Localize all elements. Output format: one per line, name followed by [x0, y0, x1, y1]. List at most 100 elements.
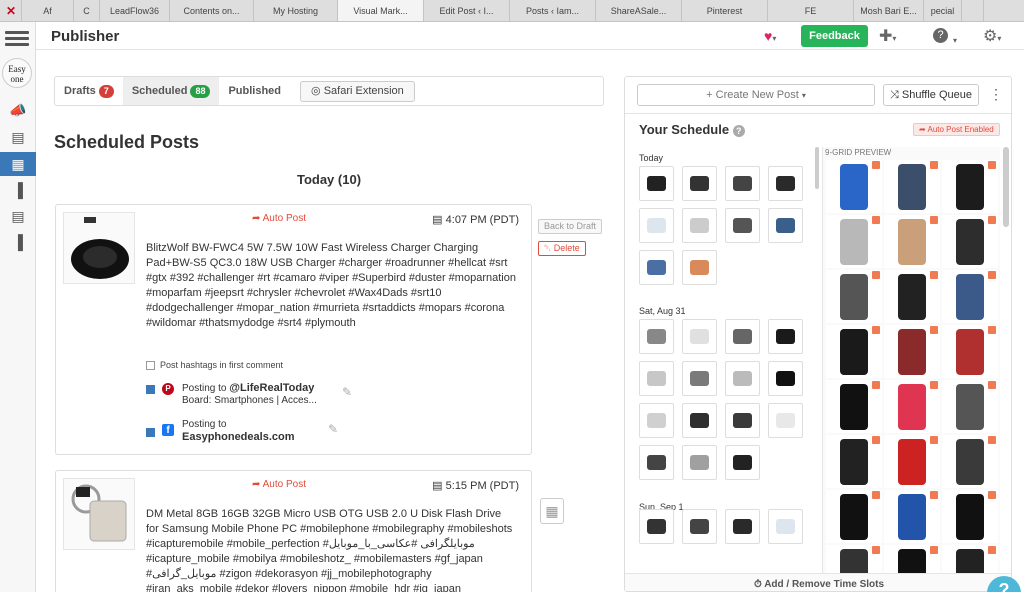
schedule-slot-thumbnail[interactable]	[768, 361, 803, 396]
scheduled-post-card[interactable]: ➦ Auto Post ▤ 4:07 PM (PDT) BlitzWolf BW…	[55, 204, 532, 455]
calendar-icon[interactable]: ▤	[0, 204, 36, 228]
avatar[interactable]: Easy one	[2, 58, 32, 88]
add-remove-time-slots-button[interactable]: ⏱ Add / Remove Time Slots	[625, 573, 1011, 591]
schedule-slot-thumbnail[interactable]	[682, 509, 717, 544]
grid-preview-cell[interactable]	[884, 325, 940, 378]
schedule-slot-thumbnail[interactable]	[725, 361, 760, 396]
schedule-slot-thumbnail[interactable]	[725, 208, 760, 243]
browser-tab[interactable]: ShareASale...	[596, 0, 682, 21]
tab-scheduled[interactable]: Scheduled 88	[122, 77, 220, 105]
browser-tab[interactable]: LeadFlow36	[100, 0, 170, 21]
help-caret-icon[interactable]: ▾	[953, 30, 957, 48]
analyze-icon[interactable]: ▤	[0, 125, 36, 149]
grid-preview-cell[interactable]	[826, 270, 882, 323]
edit-facebook-pencil-icon[interactable]: ✎	[328, 422, 338, 436]
browser-tab[interactable]: FE	[768, 0, 854, 21]
browser-tab[interactable]: My Hosting	[254, 0, 338, 21]
plus-icon[interactable]: ✚▾	[879, 26, 896, 46]
grid-preview-cell[interactable]	[826, 160, 882, 213]
schedule-slot-thumbnail[interactable]	[768, 166, 803, 201]
schedule-slot-thumbnail[interactable]	[768, 208, 803, 243]
grid-preview-cell[interactable]	[942, 215, 998, 268]
browser-tab[interactable]: pecial	[924, 0, 962, 21]
schedule-slot-thumbnail[interactable]	[682, 445, 717, 480]
schedule-slot-thumbnail[interactable]	[639, 319, 674, 354]
grid-preview-cell[interactable]	[826, 215, 882, 268]
browser-tab[interactable]: Pinterest	[682, 0, 768, 21]
browser-tab[interactable]: Posts ‹ Iam...	[510, 0, 596, 21]
megaphone-icon[interactable]: 📣	[0, 98, 36, 122]
more-options-icon[interactable]: ⋮	[989, 86, 1003, 103]
browser-tab[interactable]: Af	[22, 0, 74, 21]
schedule-slot-thumbnail[interactable]	[682, 361, 717, 396]
shuffle-queue-button[interactable]: ⤨ Shuffle Queue	[883, 84, 979, 106]
schedule-slot-thumbnail[interactable]	[682, 208, 717, 243]
grid-preview-cell[interactable]	[884, 490, 940, 543]
schedule-slot-thumbnail[interactable]	[768, 319, 803, 354]
grid-preview-cell[interactable]	[884, 380, 940, 433]
browser-tab[interactable]: Edit Post ‹ I...	[424, 0, 510, 21]
tab-published[interactable]: Published	[219, 77, 290, 105]
schedule-slot-thumbnail[interactable]	[768, 509, 803, 544]
delete-button[interactable]: ␡ Delete	[538, 241, 586, 256]
instagram-icon[interactable]: ▦	[540, 498, 564, 524]
hashtag-checkbox[interactable]	[146, 361, 155, 371]
back-to-draft-button[interactable]: Back to Draft	[538, 219, 603, 234]
grid-preview-cell[interactable]	[942, 380, 998, 433]
schedule-slot-thumbnail[interactable]	[725, 403, 760, 438]
schedule-slot-thumbnail[interactable]	[639, 509, 674, 544]
feedback-button[interactable]: Feedback	[801, 25, 868, 47]
publisher-icon[interactable]: ▦	[0, 152, 36, 176]
browser-tab-active[interactable]: Visual Mark...	[338, 0, 424, 21]
schedule-slot-thumbnail[interactable]	[725, 445, 760, 480]
grid-preview-cell[interactable]	[942, 270, 998, 323]
bar-chart-icon[interactable]: ▐	[0, 230, 36, 254]
post-time[interactable]: ▤ 4:07 PM (PDT)	[432, 213, 519, 226]
schedule-slot-thumbnail[interactable]	[682, 166, 717, 201]
scheduled-post-card[interactable]: ➦ Auto Post ▤ 5:15 PM (PDT) DM Metal 8GB…	[55, 470, 532, 592]
grid-preview-cell[interactable]	[826, 325, 882, 378]
schedule-slot-thumbnail[interactable]	[768, 403, 803, 438]
grid-preview-cell[interactable]	[884, 270, 940, 323]
schedule-slot-thumbnail[interactable]	[725, 509, 760, 544]
help-icon[interactable]: ?	[933, 28, 948, 43]
browser-tab[interactable]: C	[74, 0, 100, 21]
schedule-slot-thumbnail[interactable]	[639, 166, 674, 201]
browser-close-tab-icon[interactable]: ✕	[0, 0, 22, 21]
edit-pinterest-pencil-icon[interactable]: ✎	[342, 385, 352, 399]
hamburger-menu-icon[interactable]	[5, 28, 29, 52]
grid-preview-cell[interactable]	[942, 435, 998, 488]
schedule-slot-thumbnail[interactable]	[639, 250, 674, 285]
pinterest-checkbox[interactable]	[146, 385, 155, 394]
schedule-slot-thumbnail[interactable]	[639, 445, 674, 480]
gear-icon[interactable]: ⚙▾	[983, 26, 1001, 46]
grid-preview-cell[interactable]	[884, 435, 940, 488]
schedule-slot-thumbnail[interactable]	[682, 319, 717, 354]
browser-tab[interactable]: Contents on...	[170, 0, 254, 21]
grid-preview-cell[interactable]	[826, 435, 882, 488]
post-time[interactable]: ▤ 5:15 PM (PDT)	[432, 479, 519, 492]
schedule-scrollbar[interactable]	[815, 147, 819, 189]
post-caption[interactable]: DM Metal 8GB 16GB 32GB Micro USB OTG USB…	[146, 507, 516, 592]
stats-icon[interactable]: ▐	[0, 178, 36, 202]
grid-preview-cell[interactable]	[884, 160, 940, 213]
schedule-slot-thumbnail[interactable]	[682, 250, 717, 285]
grid-preview-cell[interactable]	[826, 380, 882, 433]
schedule-slot-thumbnail[interactable]	[682, 403, 717, 438]
browser-tab[interactable]	[962, 0, 984, 21]
create-new-post-button[interactable]: + Create New Post ▾	[637, 84, 875, 106]
post-caption[interactable]: BlitzWolf BW-FWC4 5W 7.5W 10W Fast Wirel…	[146, 241, 516, 331]
grid-preview-cell[interactable]	[942, 325, 998, 378]
grid-preview-cell[interactable]	[826, 490, 882, 543]
heart-icon[interactable]: ♥▾	[764, 28, 776, 44]
grid-preview-cell[interactable]	[884, 215, 940, 268]
grid-preview-cell[interactable]	[942, 490, 998, 543]
hashtag-option[interactable]: Post hashtags in first comment	[146, 360, 283, 371]
tab-drafts[interactable]: Drafts 7	[55, 77, 123, 105]
grid-scrollbar[interactable]	[1003, 147, 1009, 227]
schedule-slot-thumbnail[interactable]	[639, 208, 674, 243]
schedule-slot-thumbnail[interactable]	[639, 403, 674, 438]
safari-extension-button[interactable]: ◎ Safari Extension	[300, 80, 415, 102]
grid-preview-cell[interactable]	[942, 160, 998, 213]
schedule-slot-thumbnail[interactable]	[725, 166, 760, 201]
